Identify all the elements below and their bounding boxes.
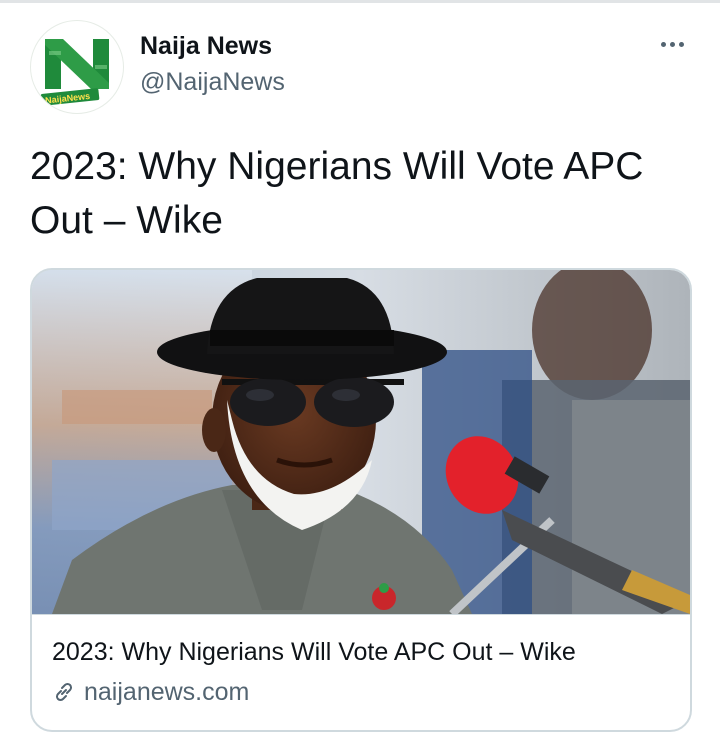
more-horizontal-icon bbox=[678, 41, 684, 47]
news-photo bbox=[32, 270, 690, 614]
card-divider bbox=[32, 614, 690, 615]
avatar[interactable]: NaijaNews bbox=[30, 20, 124, 114]
more-horizontal-icon bbox=[660, 41, 666, 47]
card-domain[interactable]: naijanews.com bbox=[52, 676, 249, 708]
author-display-name[interactable]: Naija News bbox=[140, 30, 285, 62]
top-divider bbox=[0, 0, 720, 3]
author-block[interactable]: Naija News @NaijaNews bbox=[140, 30, 285, 100]
card-domain-text: naijanews.com bbox=[84, 678, 250, 706]
naija-news-logo: NaijaNews bbox=[33, 23, 121, 111]
card-title[interactable]: 2023: Why Nigerians Will Vote APC Out – … bbox=[52, 636, 576, 668]
more-horizontal-icon bbox=[669, 41, 675, 47]
tweet-text: 2023: Why Nigerians Will Vote APC Out – … bbox=[30, 145, 644, 242]
card-image[interactable] bbox=[32, 270, 690, 614]
link-icon bbox=[55, 682, 73, 702]
link-preview-card[interactable]: 2023: Why Nigerians Will Vote APC Out – … bbox=[30, 268, 692, 732]
author-handle[interactable]: @NaijaNews bbox=[140, 64, 285, 100]
more-options-button[interactable] bbox=[652, 30, 692, 58]
